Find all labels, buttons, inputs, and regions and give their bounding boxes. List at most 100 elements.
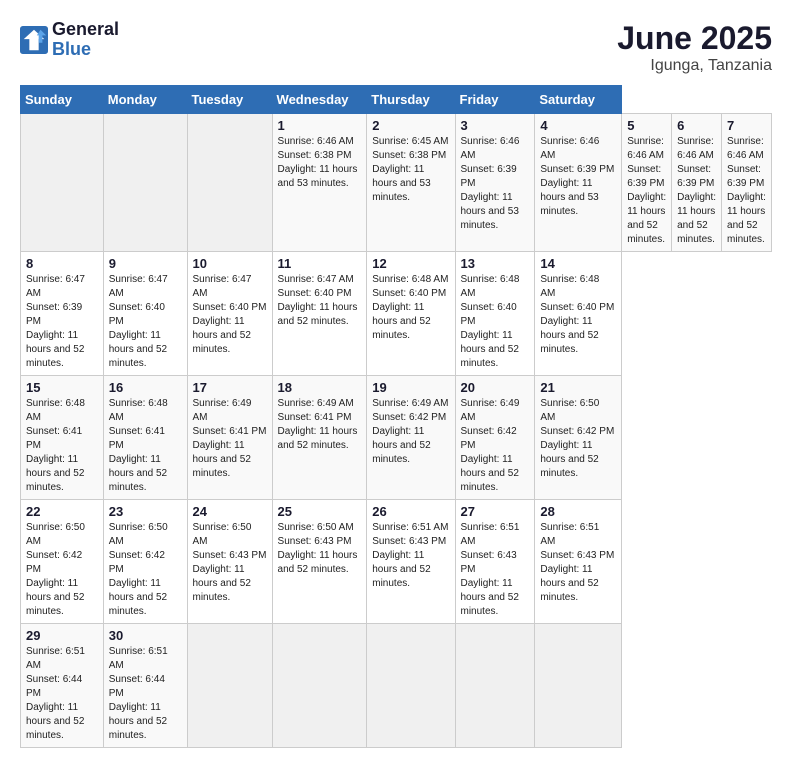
day-info: Sunrise: 6:51 AMSunset: 6:43 PMDaylight:… — [372, 521, 449, 591]
calendar-cell: 3 Sunrise: 6:46 AMSunset: 6:39 PMDaylight… — [455, 114, 535, 252]
day-number: 14 — [540, 256, 616, 271]
day-number: 2 — [372, 118, 449, 133]
day-info: Sunrise: 6:46 AMSunset: 6:39 PMDaylight:… — [540, 135, 616, 219]
calendar-cell — [187, 624, 272, 748]
day-info: Sunrise: 6:46 AMSunset: 6:38 PMDaylight:… — [278, 135, 362, 191]
calendar-cell: 1 Sunrise: 6:46 AMSunset: 6:38 PMDaylight… — [272, 114, 367, 252]
calendar-week-row: 29Sunrise: 6:51 AMSunset: 6:44 PMDayligh… — [21, 624, 772, 748]
day-number: 29 — [26, 628, 98, 643]
calendar-cell — [367, 624, 455, 748]
calendar-cell: 15Sunrise: 6:48 AMSunset: 6:41 PMDayligh… — [21, 376, 104, 500]
day-number: 4 — [540, 118, 616, 133]
day-number: 27 — [461, 504, 530, 519]
calendar-cell: 20 Sunrise: 6:49 AMSunset: 6:42 PMDayligh… — [455, 376, 535, 500]
day-info: Sunrise: 6:46 AMSunset: 6:39 PMDaylight:… — [677, 135, 716, 247]
calendar-cell: 29Sunrise: 6:51 AMSunset: 6:44 PMDayligh… — [21, 624, 104, 748]
logo: General Blue — [20, 20, 119, 60]
calendar-body: 1 Sunrise: 6:46 AMSunset: 6:38 PMDaylight… — [21, 114, 772, 748]
day-info: Sunrise: 6:50 AMSunset: 6:42 PMDaylight:… — [26, 521, 98, 619]
calendar-cell: 7Sunrise: 6:46 AMSunset: 6:39 PMDaylight… — [722, 114, 772, 252]
day-number: 5 — [627, 118, 666, 133]
day-number: 30 — [109, 628, 182, 643]
day-of-week-header: Saturday — [535, 86, 622, 114]
day-info: Sunrise: 6:48 AMSunset: 6:41 PMDaylight:… — [26, 397, 98, 495]
calendar-cell — [535, 624, 622, 748]
calendar-cell: 5Sunrise: 6:46 AMSunset: 6:39 PMDaylight… — [622, 114, 672, 252]
day-info: Sunrise: 6:45 AMSunset: 6:38 PMDaylight:… — [372, 135, 449, 205]
logo-text: General Blue — [52, 20, 119, 60]
day-info: Sunrise: 6:47 AMSunset: 6:39 PMDaylight:… — [26, 273, 98, 371]
calendar-cell: 10Sunrise: 6:47 AMSunset: 6:40 PMDayligh… — [187, 252, 272, 376]
day-number: 21 — [540, 380, 616, 395]
calendar-week-row: 1 Sunrise: 6:46 AMSunset: 6:38 PMDaylight… — [21, 114, 772, 252]
day-info: Sunrise: 6:50 AMSunset: 6:43 PMDaylight:… — [193, 521, 267, 605]
calendar-cell: 13Sunrise: 6:48 AMSunset: 6:40 PMDayligh… — [455, 252, 535, 376]
calendar-cell: 17Sunrise: 6:49 AMSunset: 6:41 PMDayligh… — [187, 376, 272, 500]
calendar-cell — [272, 624, 367, 748]
calendar-cell: 8 Sunrise: 6:47 AMSunset: 6:39 PMDaylight… — [21, 252, 104, 376]
calendar-cell: 12Sunrise: 6:48 AMSunset: 6:40 PMDayligh… — [367, 252, 455, 376]
calendar-cell: 26 Sunrise: 6:51 AMSunset: 6:43 PMDayligh… — [367, 500, 455, 624]
title-block: June 2025 Igunga, Tanzania — [617, 20, 772, 75]
day-number: 11 — [278, 256, 362, 271]
day-info: Sunrise: 6:48 AMSunset: 6:40 PMDaylight:… — [461, 273, 530, 371]
calendar-cell — [187, 114, 272, 252]
calendar-week-row: 15Sunrise: 6:48 AMSunset: 6:41 PMDayligh… — [21, 376, 772, 500]
calendar-cell: 19 Sunrise: 6:49 AMSunset: 6:42 PMDayligh… — [367, 376, 455, 500]
day-of-week-header: Thursday — [367, 86, 455, 114]
calendar-cell: 11 Sunrise: 6:47 AMSunset: 6:40 PMDayligh… — [272, 252, 367, 376]
day-number: 16 — [109, 380, 182, 395]
calendar-cell: 14 Sunrise: 6:48 AMSunset: 6:40 PMDayligh… — [535, 252, 622, 376]
page-header: General Blue June 2025 Igunga, Tanzania — [20, 20, 772, 75]
day-info: Sunrise: 6:50 AMSunset: 6:42 PMDaylight:… — [109, 521, 182, 619]
calendar-cell: 28 Sunrise: 6:51 AMSunset: 6:43 PMDayligh… — [535, 500, 622, 624]
calendar-table: SundayMondayTuesdayWednesdayThursdayFrid… — [20, 85, 772, 748]
calendar-cell: 2 Sunrise: 6:45 AMSunset: 6:38 PMDaylight… — [367, 114, 455, 252]
day-number: 1 — [278, 118, 362, 133]
calendar-header-row: SundayMondayTuesdayWednesdayThursdayFrid… — [21, 86, 772, 114]
day-of-week-header: Sunday — [21, 86, 104, 114]
day-number: 24 — [193, 504, 267, 519]
day-number: 3 — [461, 118, 530, 133]
calendar-cell — [21, 114, 104, 252]
day-info: Sunrise: 6:50 AMSunset: 6:43 PMDaylight:… — [278, 521, 362, 577]
day-number: 9 — [109, 256, 182, 271]
day-of-week-header: Friday — [455, 86, 535, 114]
calendar-cell — [103, 114, 187, 252]
day-number: 23 — [109, 504, 182, 519]
day-info: Sunrise: 6:48 AMSunset: 6:40 PMDaylight:… — [540, 273, 616, 357]
day-info: Sunrise: 6:48 AMSunset: 6:40 PMDaylight:… — [372, 273, 449, 343]
calendar-cell: 27Sunrise: 6:51 AMSunset: 6:43 PMDayligh… — [455, 500, 535, 624]
day-info: Sunrise: 6:48 AMSunset: 6:41 PMDaylight:… — [109, 397, 182, 495]
calendar-cell: 6 Sunrise: 6:46 AMSunset: 6:39 PMDaylight… — [672, 114, 722, 252]
day-number: 20 — [461, 380, 530, 395]
logo-icon — [20, 26, 48, 54]
day-number: 26 — [372, 504, 449, 519]
calendar-cell: 4 Sunrise: 6:46 AMSunset: 6:39 PMDaylight… — [535, 114, 622, 252]
day-number: 6 — [677, 118, 716, 133]
calendar-cell: 25Sunrise: 6:50 AMSunset: 6:43 PMDayligh… — [272, 500, 367, 624]
day-number: 7 — [727, 118, 766, 133]
day-number: 18 — [278, 380, 362, 395]
day-number: 17 — [193, 380, 267, 395]
day-number: 28 — [540, 504, 616, 519]
day-info: Sunrise: 6:51 AMSunset: 6:43 PMDaylight:… — [540, 521, 616, 605]
day-info: Sunrise: 6:49 AMSunset: 6:42 PMDaylight:… — [461, 397, 530, 495]
day-number: 8 — [26, 256, 98, 271]
calendar-cell: 9Sunrise: 6:47 AMSunset: 6:40 PMDaylight… — [103, 252, 187, 376]
calendar-cell: 18Sunrise: 6:49 AMSunset: 6:41 PMDayligh… — [272, 376, 367, 500]
day-info: Sunrise: 6:50 AMSunset: 6:42 PMDaylight:… — [540, 397, 616, 481]
calendar-week-row: 8 Sunrise: 6:47 AMSunset: 6:39 PMDaylight… — [21, 252, 772, 376]
location: Igunga, Tanzania — [617, 57, 772, 75]
day-info: Sunrise: 6:47 AMSunset: 6:40 PMDaylight:… — [278, 273, 362, 329]
day-number: 19 — [372, 380, 449, 395]
day-number: 22 — [26, 504, 98, 519]
day-of-week-header: Monday — [103, 86, 187, 114]
day-of-week-header: Wednesday — [272, 86, 367, 114]
logo-line1: General — [52, 20, 119, 40]
calendar-cell: 22 Sunrise: 6:50 AMSunset: 6:42 PMDayligh… — [21, 500, 104, 624]
day-info: Sunrise: 6:46 AMSunset: 6:39 PMDaylight:… — [461, 135, 530, 233]
logo-line2: Blue — [52, 40, 119, 60]
calendar-cell: 21 Sunrise: 6:50 AMSunset: 6:42 PMDayligh… — [535, 376, 622, 500]
day-info: Sunrise: 6:49 AMSunset: 6:42 PMDaylight:… — [372, 397, 449, 467]
